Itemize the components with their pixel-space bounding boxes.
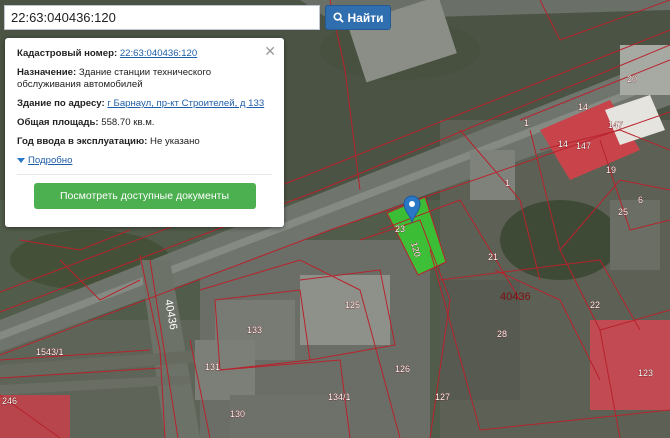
cadastral-label: Кадастровый номер:	[17, 48, 118, 59]
address-link[interactable]: г Барнаул, пр-кт Строителей, д 133	[107, 98, 264, 109]
search-icon	[332, 12, 344, 23]
details-toggle[interactable]: Подробно	[17, 155, 272, 166]
view-documents-button[interactable]: Посмотреть доступные документы	[33, 183, 256, 209]
search-button[interactable]: Найти	[325, 5, 391, 30]
area-row: Общая площадь: 558.70 кв.м.	[17, 117, 272, 129]
info-popup: ✕ Кадастровый номер: 22:63:040436:120 На…	[5, 38, 284, 227]
area-value: 558.70 кв.м.	[101, 117, 155, 128]
cadastral-link[interactable]: 22:63:040436:120	[120, 48, 197, 59]
address-label: Здание по адресу:	[17, 98, 105, 109]
area-label: Общая площадь:	[17, 117, 99, 128]
divider	[17, 174, 272, 175]
cadastral-row: Кадастровый номер: 22:63:040436:120	[17, 48, 272, 60]
address-row: Здание по адресу: г Барнаул, пр-кт Строи…	[17, 98, 272, 110]
year-label: Год ввода в эксплуатацию:	[17, 136, 148, 147]
details-label: Подробно	[28, 155, 73, 166]
purpose-row: Назначение: Здание станции технического …	[17, 67, 272, 91]
search-input[interactable]	[4, 5, 320, 30]
purpose-label: Назначение:	[17, 67, 77, 78]
year-value: Не указано	[150, 136, 200, 147]
triangle-down-icon	[17, 158, 25, 163]
search-button-label: Найти	[347, 10, 384, 25]
year-row: Год ввода в эксплуатацию: Не указано	[17, 136, 272, 148]
close-icon[interactable]: ✕	[264, 43, 276, 60]
